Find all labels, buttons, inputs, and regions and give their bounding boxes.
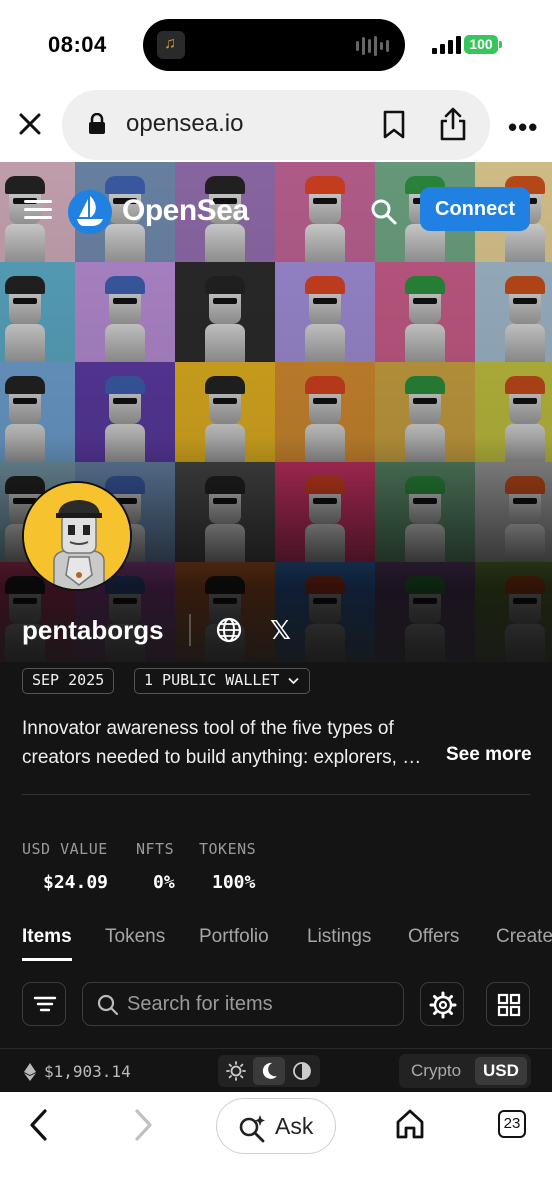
divider [22, 794, 530, 795]
status-bar: 08:04 ♫ 100 [0, 0, 552, 90]
x-twitter-icon[interactable]: 𝕏 [270, 617, 291, 643]
joined-date-tag: SEP 2025 [22, 668, 115, 694]
currency-crypto-button[interactable]: Crypto [403, 1057, 469, 1085]
browser-address-bar: opensea.io ••• [0, 90, 552, 162]
close-icon[interactable] [16, 110, 44, 138]
battery-tip [499, 41, 502, 48]
sparkle-search-icon [239, 1115, 265, 1143]
url-field[interactable]: opensea.io [62, 90, 490, 160]
theme-dark-button[interactable] [253, 1057, 285, 1085]
see-more-link[interactable]: See more [446, 744, 532, 766]
currency-switcher: Crypto USD [399, 1054, 531, 1088]
status-time: 08:04 [48, 32, 107, 57]
description-line: creators needed to build anything: explo… [22, 747, 422, 768]
settings-button[interactable] [420, 982, 464, 1026]
tab-created[interactable]: Created [496, 926, 552, 948]
stat-label-usd-value: USD VALUE [22, 840, 108, 858]
browser-toolbar: Ask 23 [0, 1092, 552, 1200]
brand-name[interactable]: OpenSea [122, 194, 249, 228]
filter-button[interactable] [22, 982, 66, 1026]
screen: 08:04 ♫ 100 opensea.io ••• OpenSea Conne… [0, 0, 552, 1200]
active-tab-indicator [22, 958, 72, 961]
tab-listings[interactable]: Listings [307, 926, 371, 948]
search-input[interactable]: Search for items [82, 982, 404, 1026]
description-line: Innovator awareness tool of the five typ… [22, 718, 394, 739]
bookmark-icon[interactable] [380, 110, 408, 140]
site-header: OpenSea Connect [0, 186, 552, 236]
ask-label: Ask [275, 1113, 314, 1139]
opensea-logo-icon[interactable] [68, 190, 112, 234]
avatar-robot-image [24, 483, 130, 589]
back-icon[interactable] [26, 1108, 52, 1142]
dynamic-island[interactable]: ♫ [143, 19, 405, 71]
tabs-button[interactable]: 23 [498, 1110, 526, 1138]
music-note-icon: ♫ [157, 31, 185, 59]
search-icon [97, 994, 119, 1016]
menu-icon[interactable] [24, 200, 52, 222]
stat-label-tokens: TOKENS [199, 840, 257, 858]
public-wallet-dropdown[interactable]: 1 PUBLIC WALLET [134, 668, 311, 694]
collection-banner: OpenSea Connect pentaborgs 𝕏 [0, 162, 552, 662]
sun-icon [226, 1061, 246, 1081]
stat-label-nfts: NFTS [136, 840, 175, 858]
tab-tokens[interactable]: Tokens [105, 926, 165, 948]
avatar[interactable] [22, 481, 132, 591]
stat-value-tokens: 100% [212, 872, 256, 893]
filter-icon [33, 996, 57, 1012]
globe-icon[interactable] [216, 617, 242, 643]
audio-wave-icon [356, 36, 389, 56]
eth-price: $1,903.14 [44, 1062, 131, 1081]
battery-indicator: 100 [464, 35, 498, 54]
cellular-signal-icon [432, 36, 461, 54]
profile-description: Innovator awareness tool of the five typ… [22, 714, 432, 772]
more-icon[interactable]: ••• [508, 112, 538, 143]
search-icon[interactable] [370, 198, 398, 226]
divider [189, 614, 191, 646]
profile-content: SEP 2025 1 PUBLIC WALLET Innovator aware… [0, 662, 552, 1092]
ethereum-icon [24, 1063, 36, 1081]
stat-value-nfts: 0% [153, 872, 175, 893]
connect-button[interactable]: Connect [420, 187, 530, 231]
search-placeholder: Search for items [127, 993, 273, 1015]
stat-value-usd-value: $24.09 [43, 872, 109, 893]
grid-icon [497, 993, 521, 1017]
footer-strip: $1,903.14 Crypto USD [0, 1048, 552, 1092]
grid-view-button[interactable] [486, 982, 530, 1026]
share-icon[interactable] [438, 106, 468, 142]
theme-switcher [218, 1055, 320, 1087]
currency-usd-button[interactable]: USD [475, 1057, 527, 1085]
lock-icon [89, 113, 105, 134]
tab-offers[interactable]: Offers [408, 926, 459, 948]
theme-system-button[interactable] [286, 1057, 318, 1085]
public-wallet-label: 1 PUBLIC WALLET [144, 671, 280, 689]
theme-light-button[interactable] [220, 1057, 252, 1085]
moon-icon [262, 1062, 277, 1079]
tab-items[interactable]: Items [22, 926, 72, 948]
ask-button[interactable]: Ask [216, 1098, 336, 1154]
profile-name: pentaborgs [22, 615, 164, 645]
forward-icon[interactable] [130, 1108, 156, 1142]
contrast-icon [293, 1062, 311, 1080]
tab-portfolio[interactable]: Portfolio [199, 926, 269, 948]
url-text: opensea.io [126, 110, 244, 137]
home-icon[interactable] [395, 1108, 425, 1140]
chevron-down-icon [288, 677, 300, 685]
gear-icon [429, 991, 457, 1019]
